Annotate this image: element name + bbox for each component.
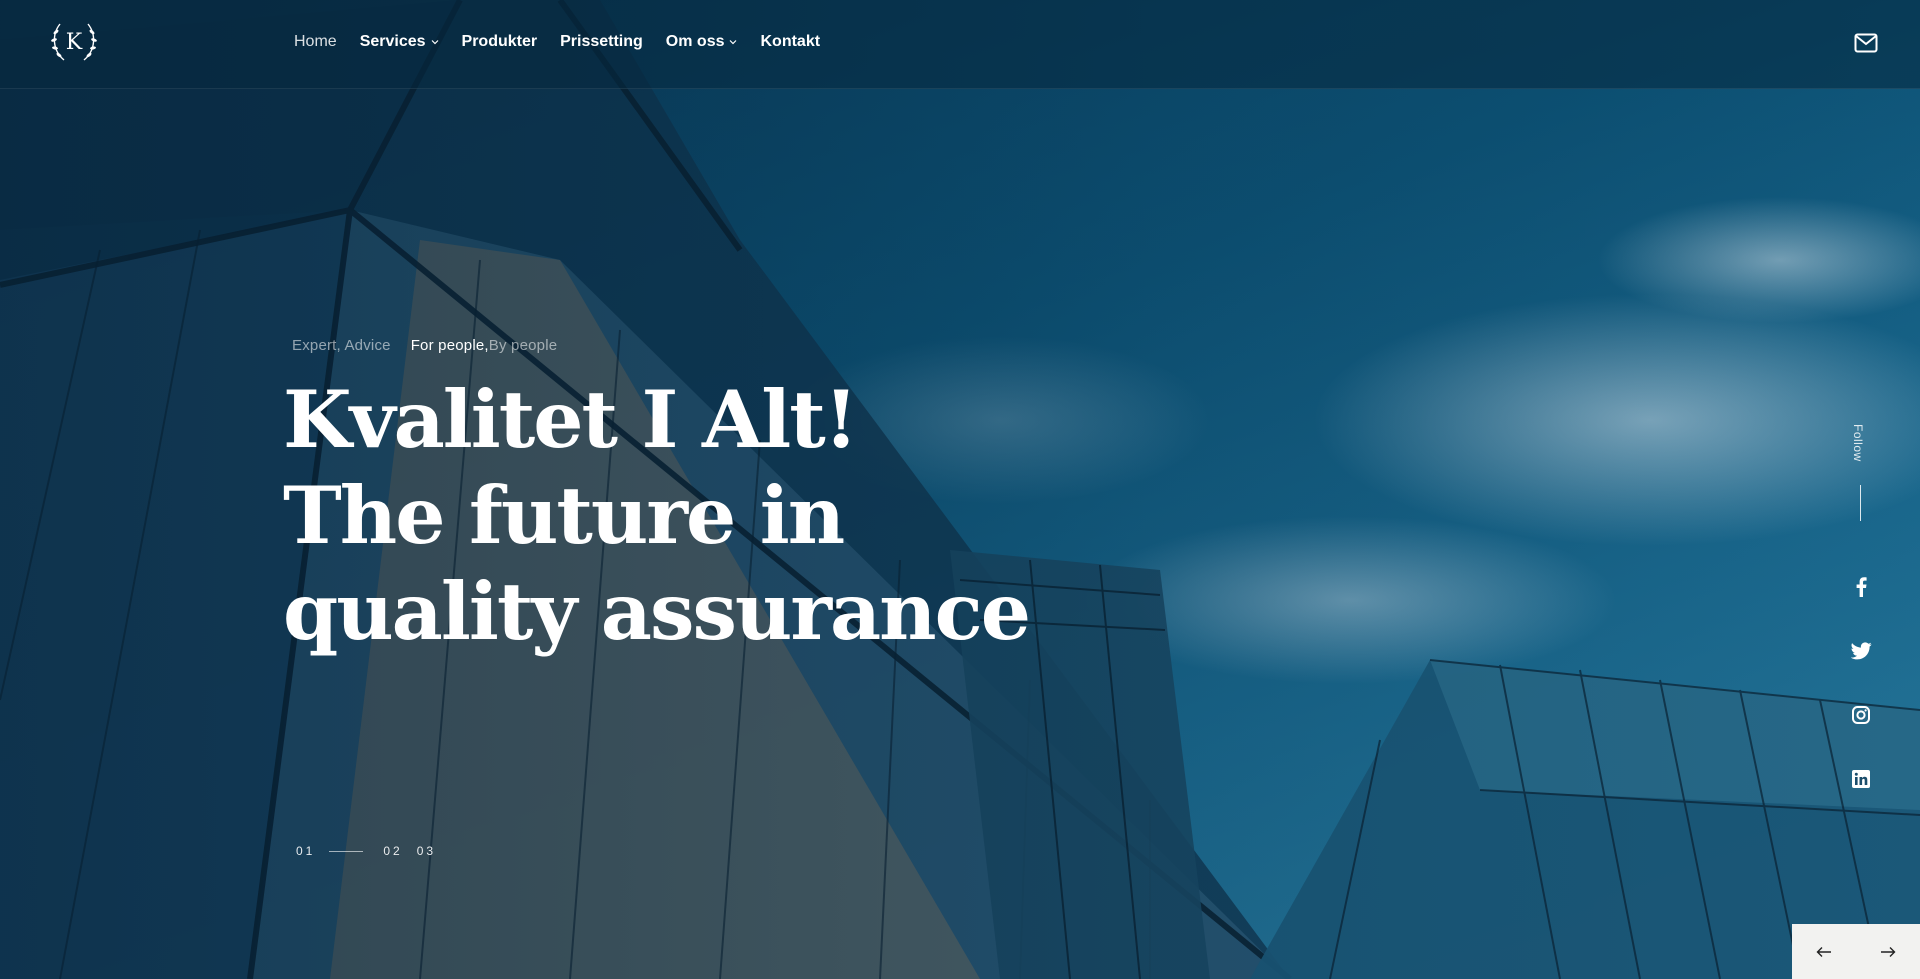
site-header: K Home Services Produkter Prissetting Om…	[0, 0, 1920, 89]
prev-slide-button[interactable]	[1804, 937, 1844, 967]
nav-prissetting-label: Prissetting	[560, 33, 643, 50]
chevron-down-icon	[730, 40, 737, 45]
tagline-for-people: For people,	[410, 337, 489, 354]
twitter-icon[interactable]	[1848, 638, 1874, 664]
site-logo[interactable]: K	[46, 20, 102, 64]
follow-label: Follow	[1851, 424, 1865, 462]
slider-arrows	[1792, 924, 1920, 979]
nav-om-oss-label: Om oss	[665, 33, 725, 50]
logo-letter: K	[65, 29, 83, 55]
nav-prissetting[interactable]: Prissetting	[560, 33, 643, 51]
facebook-icon[interactable]	[1848, 574, 1874, 600]
nav-produkter-label: Produkter	[461, 33, 538, 50]
active-slide-indicator	[329, 850, 364, 852]
nav-om-oss[interactable]: Om oss	[666, 33, 738, 51]
nav-home[interactable]: Home	[294, 33, 337, 51]
slide-1-button[interactable]: 01	[296, 844, 315, 858]
nav-produkter[interactable]: Produkter	[462, 33, 538, 51]
arrow-right-icon	[1881, 946, 1896, 957]
follow-divider	[1860, 485, 1861, 521]
tagline-expert-advice: Expert, Advice	[292, 337, 391, 354]
headline-line-3: quality assurance	[283, 565, 1031, 658]
nav-kontakt[interactable]: Kontakt	[760, 33, 820, 51]
headline-line-2: The future in	[283, 469, 845, 562]
chevron-down-icon	[431, 40, 438, 45]
hero-tagline: Expert, Advice For people, By people	[292, 337, 557, 354]
nav-kontakt-label: Kontakt	[760, 33, 821, 50]
hero-headline: Kvalitet I Alt! The future in quality as…	[283, 372, 1043, 660]
main-nav: Home Services Produkter Prissetting Om o…	[294, 33, 843, 51]
headline-line-1: Kvalitet I Alt!	[283, 373, 858, 466]
linkedin-icon[interactable]	[1848, 766, 1874, 792]
instagram-icon[interactable]	[1848, 702, 1874, 728]
nav-home-label: Home	[294, 33, 337, 50]
slide-pager: 01 02 03	[296, 844, 436, 858]
arrow-left-icon	[1816, 946, 1831, 957]
slide-2-button[interactable]: 02	[383, 844, 402, 858]
tagline-by-people: By people	[488, 337, 558, 354]
next-slide-button[interactable]	[1868, 937, 1908, 967]
mail-icon[interactable]	[1854, 33, 1878, 53]
nav-services[interactable]: Services	[360, 33, 439, 51]
slide-3-button[interactable]: 03	[417, 844, 436, 858]
nav-services-label: Services	[359, 33, 426, 50]
